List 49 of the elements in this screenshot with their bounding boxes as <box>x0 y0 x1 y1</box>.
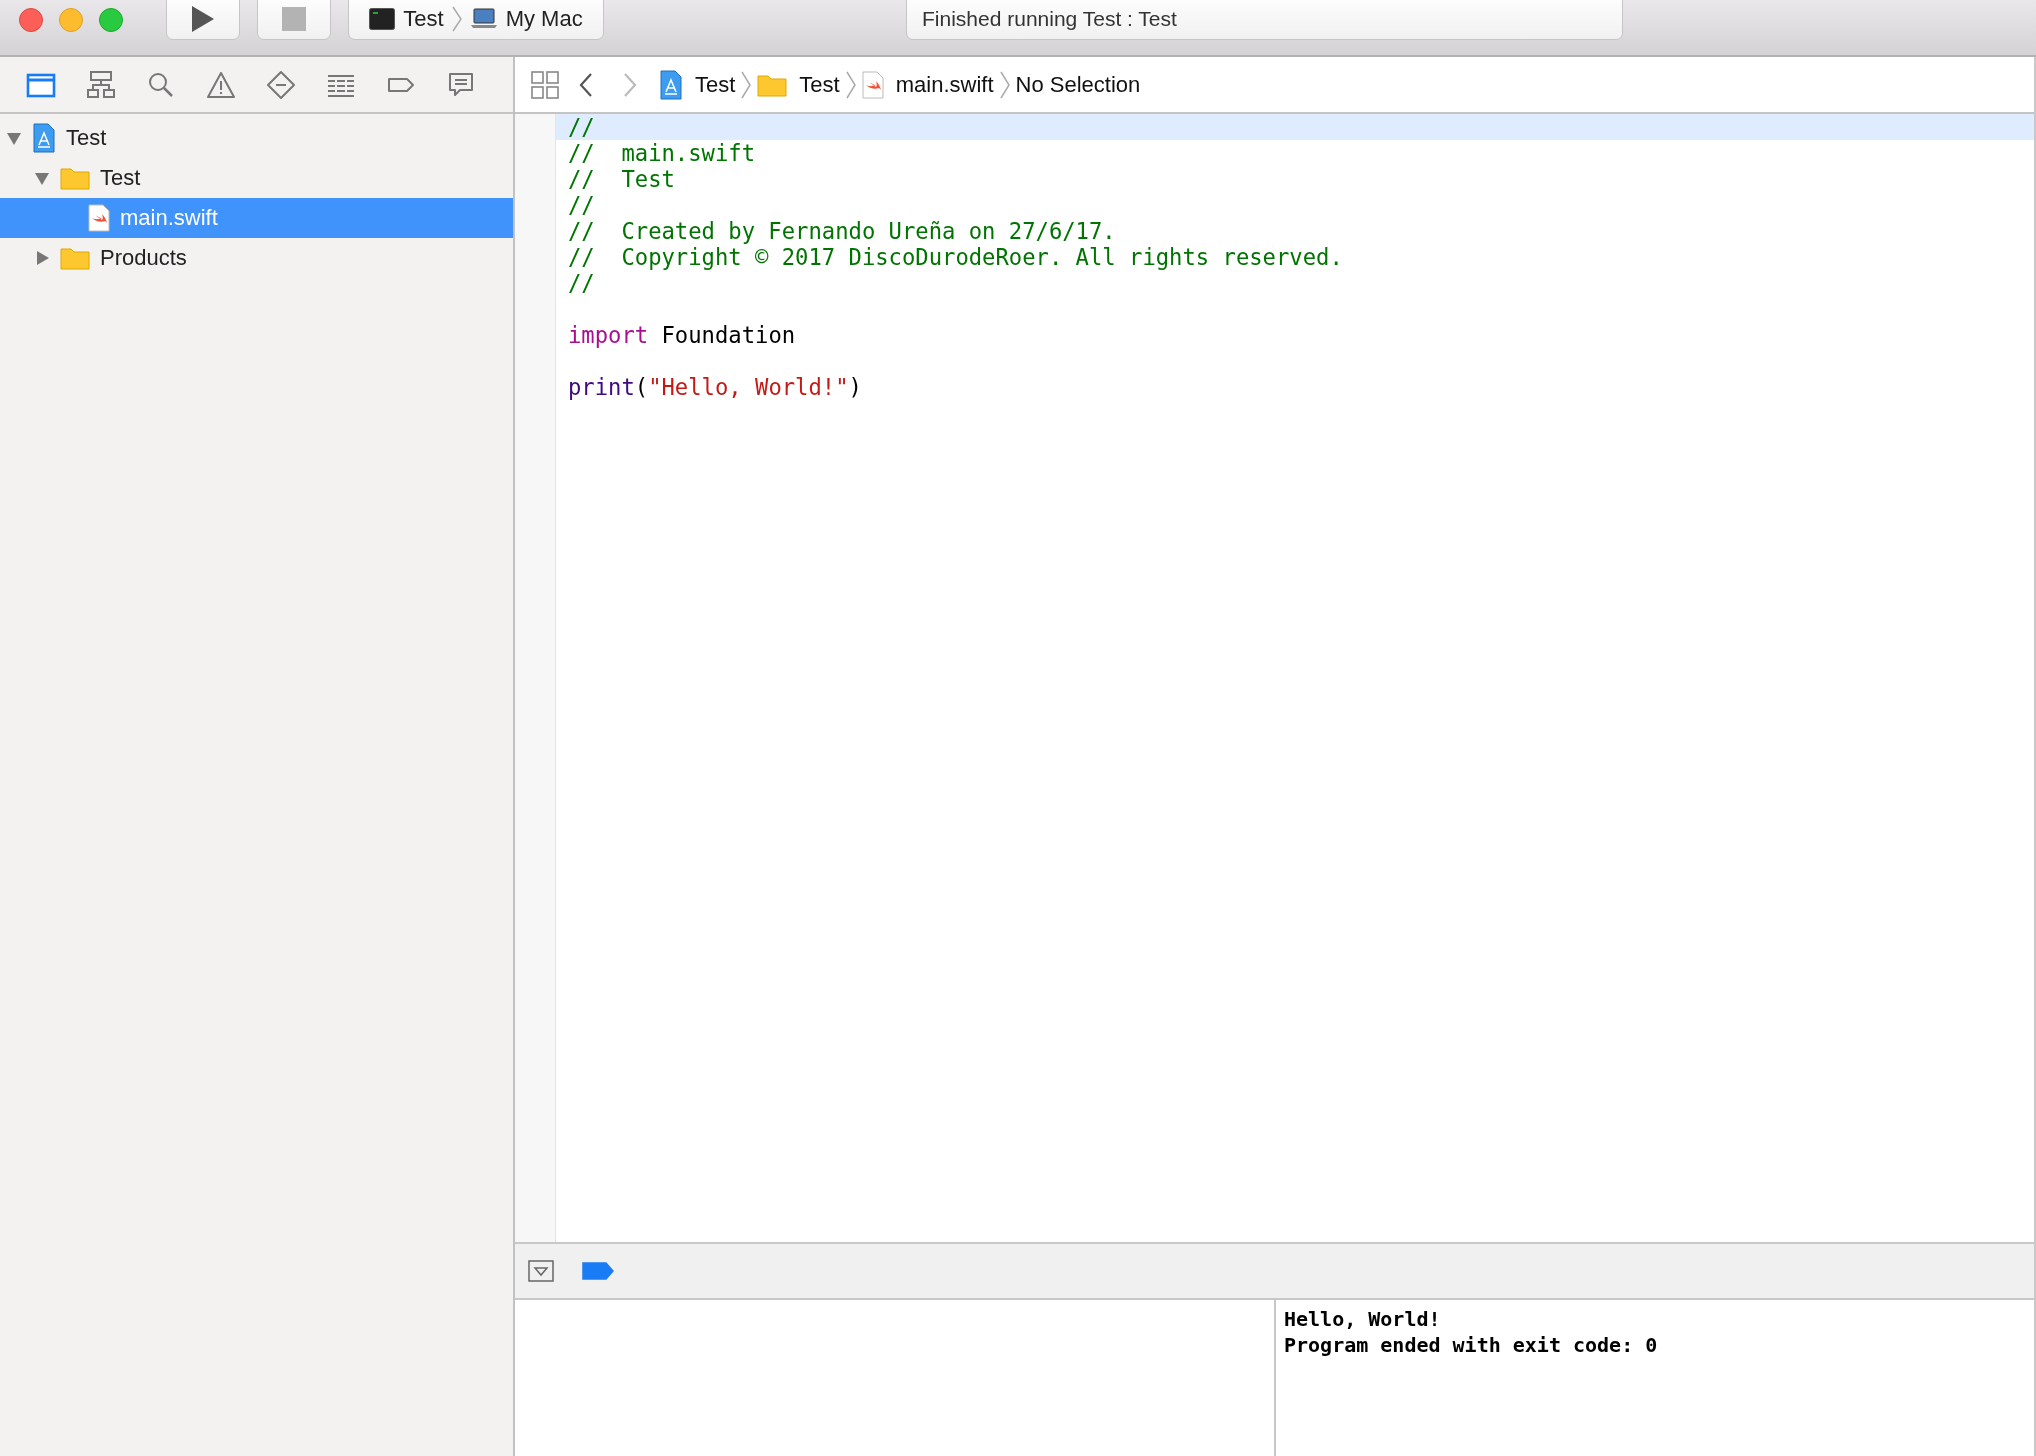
run-button[interactable] <box>166 0 240 40</box>
folder-icon <box>757 72 788 97</box>
breadcrumb-item[interactable]: Test <box>659 69 736 100</box>
project-file-icon <box>659 69 683 100</box>
code-line: // Copyright © 2017 DiscoDurodeRoer. All rights reserved. <box>567 244 1344 270</box>
breadcrumb-item[interactable]: Test <box>757 71 840 98</box>
path-separator-icon <box>451 6 462 32</box>
swift-file-icon <box>861 70 884 99</box>
diamond-icon[interactable] <box>266 69 296 100</box>
code-line: // <box>567 192 596 218</box>
play-icon <box>191 5 215 33</box>
zoom-button[interactable] <box>99 8 123 32</box>
terminal-icon <box>369 8 396 30</box>
breadcrumb-item[interactable]: No Selection <box>1015 71 1141 98</box>
code-line: print("Hello, World!") <box>567 374 863 400</box>
folder-icon <box>60 246 90 270</box>
file-tree-item[interactable]: Test <box>0 158 513 198</box>
stop-icon <box>282 7 306 31</box>
console-output-line: Program ended with exit code: 0 <box>1284 1332 1658 1358</box>
project-file-icon <box>32 123 56 153</box>
stop-button[interactable] <box>257 0 331 40</box>
folder-icon <box>60 166 90 190</box>
console-output-line: Hello, World! <box>1284 1306 1442 1332</box>
path-separator-icon <box>741 70 752 99</box>
disclosure-triangle-icon[interactable] <box>34 170 50 186</box>
disclosure-triangle-icon[interactable] <box>34 250 50 266</box>
file-tree-item[interactable]: Products <box>0 238 513 278</box>
hierarchy-icon[interactable] <box>86 69 116 100</box>
swift-file-icon <box>88 204 110 232</box>
path-separator-icon <box>999 70 1010 99</box>
code-line: // Test <box>567 166 676 192</box>
code-line: // main.swift <box>567 140 756 166</box>
disclosure-triangle-icon[interactable] <box>6 130 22 146</box>
breadcrumb-item[interactable]: main.swift <box>861 70 994 99</box>
scheme-target: Test <box>403 6 444 32</box>
code-line: // Created by Fernando Ureña on 27/6/17. <box>567 218 1117 244</box>
activity-display: Finished running Test : Test <box>906 0 1623 40</box>
close-button[interactable] <box>19 8 43 32</box>
breakpoint-toggle-icon[interactable] <box>582 1262 614 1280</box>
code-line: // <box>567 270 596 296</box>
laptop-icon <box>469 8 498 30</box>
code-line: import Foundation <box>567 322 797 348</box>
scheme-destination: My Mac <box>505 6 583 32</box>
related-items-icon[interactable] <box>531 70 559 99</box>
warning-icon[interactable] <box>206 69 236 100</box>
path-separator-icon <box>845 70 856 99</box>
hide-debug-area-icon[interactable] <box>528 1260 554 1282</box>
file-tree-item[interactable]: Test <box>0 118 513 158</box>
scheme-selector[interactable]: Test My Mac <box>348 0 604 40</box>
